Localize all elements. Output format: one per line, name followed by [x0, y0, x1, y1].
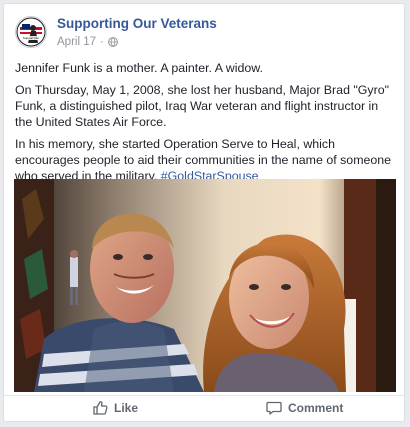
thumbs-up-icon: [93, 401, 108, 415]
post-paragraph-1: Jennifer Funk is a mother. A painter. A …: [15, 61, 263, 75]
page-avatar[interactable]: Support Our: [15, 16, 47, 48]
globe-icon[interactable]: [107, 37, 118, 47]
comment-label: Comment: [288, 401, 344, 415]
post-meta: April 17 ·: [57, 36, 118, 48]
post-header: Support Our Supporting Our Veterans Apri…: [15, 12, 395, 54]
meta-separator: ·: [100, 36, 104, 48]
speech-bubble-icon: [266, 401, 282, 415]
post-paragraph-2: On Thursday, May 1, 2008, she lost her h…: [15, 83, 390, 129]
post-actions-bar: Like Comment: [4, 395, 404, 422]
comment-button[interactable]: Comment: [266, 400, 343, 416]
couple-photo-illustration: [14, 179, 396, 392]
post-card: Support Our Supporting Our Veterans Apri…: [3, 3, 405, 422]
support-our-veterans-logo: Support Our: [16, 17, 46, 47]
like-button[interactable]: Like: [92, 400, 138, 416]
page-name-link[interactable]: Supporting Our Veterans: [57, 16, 217, 31]
like-label: Like: [114, 401, 139, 415]
svg-text:Support Our: Support Our: [23, 36, 39, 40]
post-paragraph-3: In his memory, she started Operation Ser…: [15, 136, 395, 184]
post-body: Jennifer Funk is a mother. A painter. A …: [15, 60, 395, 190]
post-photo[interactable]: [14, 179, 396, 392]
post-date[interactable]: April 17: [57, 36, 96, 48]
